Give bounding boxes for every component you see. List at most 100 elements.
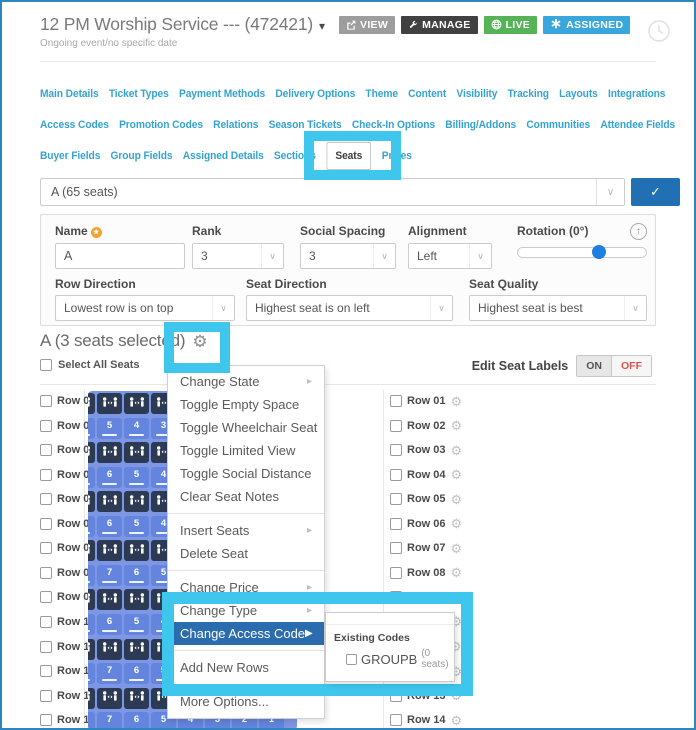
tab-content[interactable]: Content: [408, 88, 446, 100]
blocked-seat[interactable]: [124, 687, 149, 709]
tab-payment-methods[interactable]: Payment Methods: [179, 88, 265, 100]
manage-badge[interactable]: MANAGE: [401, 15, 478, 34]
seat-5[interactable]: 5: [124, 515, 149, 537]
rotation-slider[interactable]: [517, 245, 647, 259]
row-checkbox[interactable]: [390, 444, 402, 457]
seat-7[interactable]: 7: [97, 564, 122, 586]
row-checkbox[interactable]: [40, 615, 52, 628]
seat-7[interactable]: 7: [88, 613, 95, 635]
menu-item-delete-seat[interactable]: Delete Seat: [168, 542, 324, 565]
blocked-seat[interactable]: [88, 491, 95, 513]
row-settings-gear-icon[interactable]: ⚙: [451, 566, 463, 579]
menu-item-toggle-empty-space[interactable]: Toggle Empty Space: [168, 393, 324, 416]
row-checkbox[interactable]: [40, 689, 52, 702]
menu-item-change-state[interactable]: Change State ▸: [168, 370, 324, 393]
row-direction-select[interactable]: Lowest row is on top ∨: [55, 295, 235, 321]
menu-item-change-price[interactable]: Change Price ▸: [168, 576, 324, 599]
tab-promotion-codes[interactable]: Promotion Codes: [119, 119, 203, 131]
menu-item-change-type[interactable]: Change Type ▸: [168, 599, 324, 622]
row-checkbox[interactable]: [390, 517, 402, 530]
seat-7[interactable]: 7: [97, 712, 122, 730]
blocked-seat[interactable]: [97, 540, 122, 562]
row-settings-gear-icon[interactable]: ⚙: [451, 493, 463, 506]
tab-buyer-fields[interactable]: Buyer Fields: [40, 150, 100, 162]
row-checkbox[interactable]: [390, 395, 402, 407]
row-checkbox[interactable]: [40, 444, 52, 457]
row-checkbox[interactable]: [390, 468, 402, 481]
row-settings-gear-icon[interactable]: ⚙: [451, 395, 463, 408]
menu-item-toggle-wheelchair-seat[interactable]: Toggle Wheelchair Seat: [168, 416, 324, 439]
tab-attendee-fields[interactable]: Attendee Fields: [600, 119, 675, 131]
tab-billing-addons[interactable]: Billing/Addons: [445, 119, 516, 131]
access-code-option-groupb[interactable]: GROUPB (0 seats): [326, 648, 454, 670]
name-field[interactable]: [55, 243, 185, 269]
row-settings-gear-icon[interactable]: ⚙: [451, 444, 463, 457]
tab-delivery-options[interactable]: Delivery Options: [275, 88, 355, 100]
menu-item-toggle-limited-view[interactable]: Toggle Limited View: [168, 439, 324, 462]
edit-labels-on-button[interactable]: ON: [577, 356, 612, 376]
seat-5[interactable]: 5: [97, 417, 122, 439]
seat-7[interactable]: 7: [97, 663, 122, 685]
blocked-seat[interactable]: [124, 491, 149, 513]
seat-5[interactable]: 5: [124, 613, 149, 635]
seat-6[interactable]: 6: [97, 613, 122, 635]
seat-8[interactable]: 8: [88, 712, 95, 730]
row-checkbox[interactable]: [390, 493, 402, 506]
row-settings-gear-icon[interactable]: ⚙: [451, 542, 463, 555]
seat-6[interactable]: 6: [88, 417, 95, 439]
title-dropdown-caret-icon[interactable]: ▾: [319, 19, 325, 33]
menu-item-add-new-rows[interactable]: Add New Rows: [168, 656, 324, 679]
blocked-seat[interactable]: [124, 540, 149, 562]
menu-item-change-access-code[interactable]: Change Access Code ▶: [168, 622, 324, 645]
blocked-seat[interactable]: [97, 491, 122, 513]
live-badge[interactable]: LIVE: [483, 15, 538, 34]
row-checkbox[interactable]: [40, 395, 52, 407]
blocked-seat[interactable]: [88, 540, 95, 562]
seat-6[interactable]: 6: [124, 712, 149, 730]
blocked-seat[interactable]: [97, 442, 122, 464]
seat-7[interactable]: 7: [88, 515, 95, 537]
social-spacing-select[interactable]: 3 ∨: [300, 243, 396, 269]
collapse-panel-icon[interactable]: ↑: [630, 223, 647, 240]
blocked-seat[interactable]: [97, 687, 122, 709]
menu-item-insert-seats[interactable]: Insert Seats ▸: [168, 519, 324, 542]
select-all-seats[interactable]: Select All Seats: [40, 359, 140, 371]
seat-quality-select[interactable]: Highest seat is best ∨: [469, 295, 647, 321]
row-checkbox[interactable]: [390, 419, 402, 432]
select-all-checkbox[interactable]: [40, 359, 52, 371]
rank-select[interactable]: 3 ∨: [192, 243, 284, 269]
row-settings-gear-icon[interactable]: ⚙: [451, 714, 463, 727]
seat-4[interactable]: 4: [124, 417, 149, 439]
row-checkbox[interactable]: [390, 542, 402, 555]
seat-7[interactable]: 7: [88, 466, 95, 488]
row-settings-gear-icon[interactable]: ⚙: [451, 468, 463, 481]
tab-tracking[interactable]: Tracking: [508, 88, 549, 100]
menu-item-more-options[interactable]: More Options...: [168, 690, 324, 713]
row-checkbox[interactable]: [40, 493, 52, 506]
rotation-slider-thumb[interactable]: [591, 245, 606, 259]
row-checkbox[interactable]: [40, 468, 52, 481]
tab-theme[interactable]: Theme: [365, 88, 398, 100]
assigned-badge[interactable]: ∗ ASSIGNED: [543, 15, 631, 34]
menu-item-clear-seat-notes[interactable]: Clear Seat Notes: [168, 485, 324, 508]
tab-communities[interactable]: Communities: [526, 119, 590, 131]
tab-visibility[interactable]: Visibility: [456, 88, 497, 100]
blocked-seat[interactable]: [124, 393, 149, 414]
seat-8[interactable]: 8: [88, 663, 95, 685]
clock-icon[interactable]: [648, 20, 670, 47]
tab-access-codes[interactable]: Access Codes: [40, 119, 109, 131]
tab-group-fields[interactable]: Group Fields: [111, 150, 173, 162]
tab-integrations[interactable]: Integrations: [608, 88, 666, 100]
groupb-checkbox[interactable]: [346, 653, 357, 665]
row-checkbox[interactable]: [390, 714, 402, 727]
tab-layouts[interactable]: Layouts: [559, 88, 598, 100]
section-select[interactable]: A (65 seats) ∨: [40, 178, 625, 206]
tab-ticket-types[interactable]: Ticket Types: [109, 88, 169, 100]
blocked-seat[interactable]: [88, 393, 95, 414]
row-checkbox[interactable]: [40, 419, 52, 432]
tab-season-tickets[interactable]: Season Tickets: [269, 119, 342, 131]
seat-8[interactable]: 8: [88, 564, 95, 586]
blocked-seat[interactable]: [88, 589, 95, 611]
tab-seats[interactable]: Seats: [326, 141, 372, 170]
tab-sections[interactable]: Sections: [274, 150, 316, 162]
